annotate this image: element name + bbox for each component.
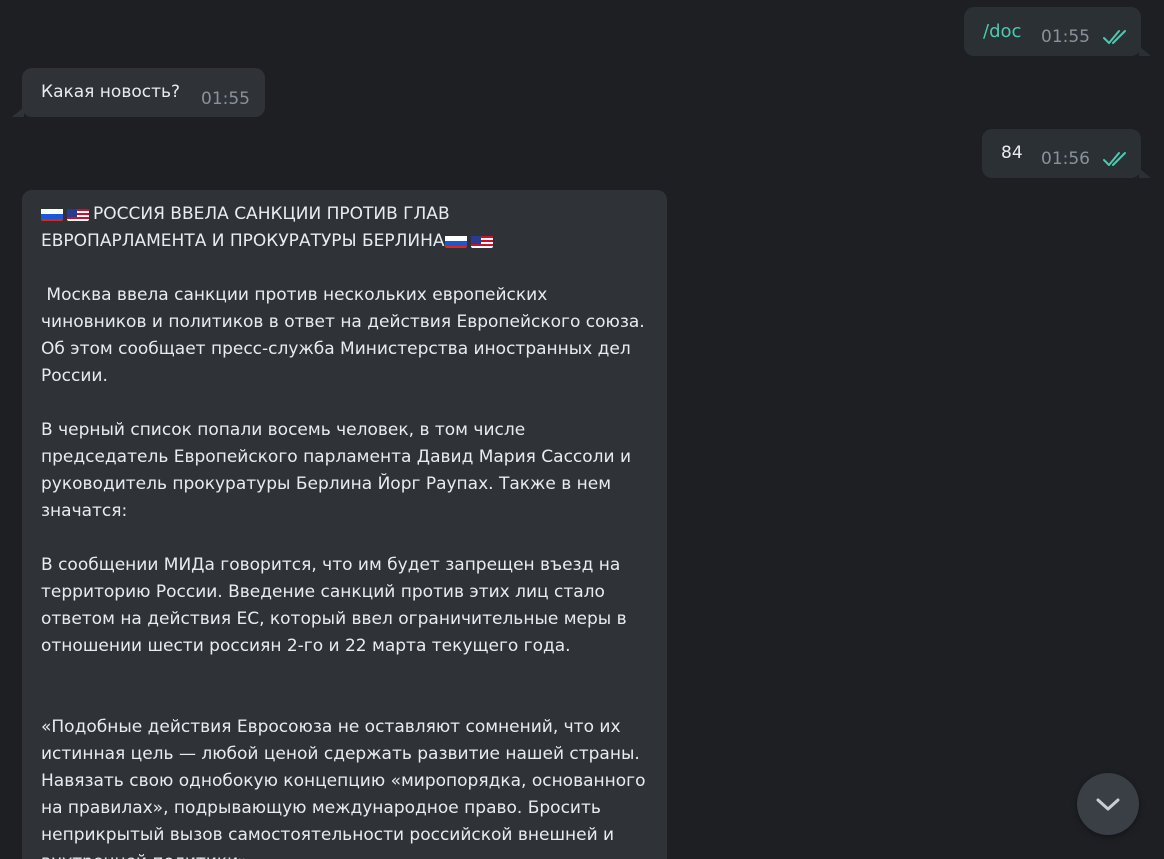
post-title-line1: РОССИЯ ВВЕЛА САНКЦИИ ПРОТИВ ГЛАВ (93, 204, 450, 224)
post-paragraph: В черный список попали восемь человек, в… (41, 420, 632, 521)
outgoing-message[interactable]: 84 01:56 (982, 129, 1141, 178)
message-text[interactable]: /doc (983, 18, 1021, 45)
bubble-tail (12, 107, 24, 117)
usa-flag-icon (67, 206, 89, 221)
incoming-message[interactable]: Какая новость? 01:55 (22, 68, 265, 117)
post-paragraph: «Подобные действия Евросоюза не оставляю… (41, 717, 646, 859)
message-text: 84 (1001, 143, 1023, 163)
chevron-down-icon (1096, 798, 1120, 811)
message-text: Какая новость? (41, 82, 181, 102)
bubble-tail (1139, 168, 1151, 178)
post-title-line2: ЕВРОПАРЛАМЕНТА И ПРОКУРАТУРЫ БЕРЛИНА (41, 231, 445, 251)
usa-flag-icon (470, 233, 493, 248)
double-check-icon (1103, 30, 1126, 44)
post-paragraph: В сообщении МИДа говорится, что им будет… (41, 555, 627, 656)
chat-history[interactable]: /doc 01:55 Какая новость? 01:55 84 01:56… (0, 0, 1164, 859)
post-title: РОССИЯ ВВЕЛА САНКЦИИ ПРОТИВ ГЛАВ ЕВРОПАР… (41, 201, 648, 255)
message-time: 01:56 (1041, 149, 1090, 169)
message-time: 01:55 (201, 89, 250, 109)
double-check-icon (1103, 152, 1126, 166)
scroll-to-bottom-button[interactable] (1077, 773, 1139, 835)
news-post-message[interactable]: РОССИЯ ВВЕЛА САНКЦИИ ПРОТИВ ГЛАВ ЕВРОПАР… (22, 190, 667, 859)
outgoing-message[interactable]: /doc 01:55 (964, 7, 1141, 56)
bubble-tail (1139, 46, 1151, 56)
russia-flag-icon (41, 206, 63, 221)
russia-flag-icon (444, 233, 467, 248)
post-paragraph: Москва ввела санкции против нескольких е… (41, 285, 651, 386)
message-time: 01:55 (1041, 27, 1090, 47)
